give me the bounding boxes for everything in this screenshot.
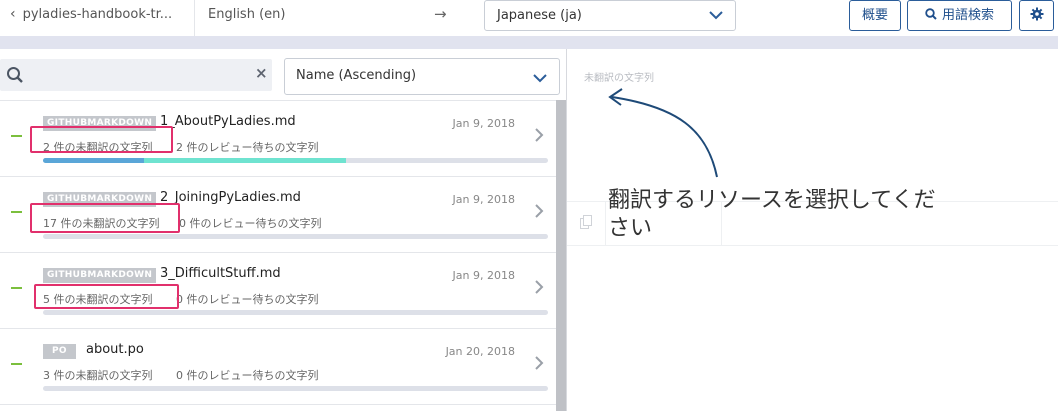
file-date: Jan 9, 2018 xyxy=(452,117,515,130)
resource-list-panel: × Name (Ascending) GITHUBMARKDOWN 1_Abou… xyxy=(0,49,566,411)
file-name: 2_JoiningPyLadies.md xyxy=(160,190,301,205)
format-badge: GITHUBMARKDOWN xyxy=(43,268,157,283)
glossary-label: 用語検索 xyxy=(941,8,994,23)
file-date: Jan 9, 2018 xyxy=(452,269,515,282)
target-language-value: Japanese (ja) xyxy=(497,8,582,23)
clear-icon[interactable]: × xyxy=(255,64,268,82)
status-indicator xyxy=(11,211,22,213)
review-count: 2 件のレビュー待ちの文字列 xyxy=(176,141,319,154)
search-icon xyxy=(7,67,23,83)
top-bar: ‹ pyladies-handbook-tr... English (en) → … xyxy=(0,0,1058,36)
file-date: Jan 9, 2018 xyxy=(452,193,515,206)
gear-icon xyxy=(1030,7,1043,21)
target-language-select[interactable]: Japanese (ja) xyxy=(484,0,736,31)
resource-row[interactable]: GITHUBMARKDOWN 2_JoiningPyLadies.md Jan … xyxy=(0,177,556,253)
status-indicator xyxy=(11,135,22,137)
untranslated-count: 3 件の未翻訳の文字列 xyxy=(43,369,153,382)
progress-bar xyxy=(43,386,548,391)
chevron-right-icon xyxy=(535,204,544,218)
scrollbar[interactable] xyxy=(556,100,566,411)
progress-bar xyxy=(43,158,548,163)
progress-review xyxy=(144,158,346,163)
status-indicator xyxy=(11,363,22,365)
overview-button[interactable]: 概要 xyxy=(849,0,901,31)
resource-row[interactable] xyxy=(0,405,556,411)
chevron-left-icon: ‹ xyxy=(10,6,16,22)
project-name: pyladies-handbook-tr... xyxy=(22,7,173,22)
chevron-down-icon xyxy=(533,74,547,83)
settings-button[interactable] xyxy=(1019,0,1054,31)
divider xyxy=(194,0,195,36)
file-name: 1_AboutPyLadies.md xyxy=(160,114,296,129)
sort-select[interactable]: Name (Ascending) xyxy=(284,58,560,95)
file-name: 3_DifficultStuff.md xyxy=(160,266,281,281)
editor-panel: 未翻訳の文字列 翻訳するリソースを選択してください xyxy=(567,49,1058,411)
file-name: about.po xyxy=(86,342,144,357)
pointer-arrow-icon xyxy=(608,88,718,178)
status-indicator xyxy=(11,287,22,289)
progress-bar xyxy=(43,234,548,239)
back-link[interactable]: ‹ pyladies-handbook-tr... xyxy=(10,6,172,22)
glossary-search-button[interactable]: 用語検索 xyxy=(907,0,1012,31)
highlight-box xyxy=(30,203,180,233)
chevron-right-icon xyxy=(535,128,544,142)
header-band xyxy=(0,36,1058,49)
highlight-box xyxy=(34,284,179,309)
search-icon xyxy=(925,8,937,20)
progress-translated xyxy=(43,158,144,163)
chevron-right-icon xyxy=(535,356,544,370)
chevron-right-icon xyxy=(535,280,544,294)
resource-row[interactable]: GITHUBMARKDOWN 3_DifficultStuff.md Jan 9… xyxy=(0,253,556,329)
review-count: 0 件のレビュー待ちの文字列 xyxy=(176,369,319,382)
format-badge: PO xyxy=(43,344,76,359)
overview-label: 概要 xyxy=(861,8,888,23)
resource-row[interactable]: GITHUBMARKDOWN 1_AboutPyLadies.md Jan 9,… xyxy=(0,101,556,177)
file-date: Jan 20, 2018 xyxy=(445,345,515,358)
sort-value: Name (Ascending) xyxy=(296,68,417,83)
source-language: English (en) xyxy=(208,7,286,22)
chevron-down-icon xyxy=(709,11,723,20)
progress-bar xyxy=(43,310,548,315)
highlight-box xyxy=(30,126,173,153)
review-count: 0 件のレビュー待ちの文字列 xyxy=(179,217,322,230)
arrow-right-icon: → xyxy=(434,5,447,23)
review-count: 0 件のレビュー待ちの文字列 xyxy=(176,293,319,306)
resource-row[interactable]: PO about.po Jan 20, 2018 3 件の未翻訳の文字列 0 件… xyxy=(0,329,556,405)
resource-search-input[interactable]: × xyxy=(0,59,272,91)
